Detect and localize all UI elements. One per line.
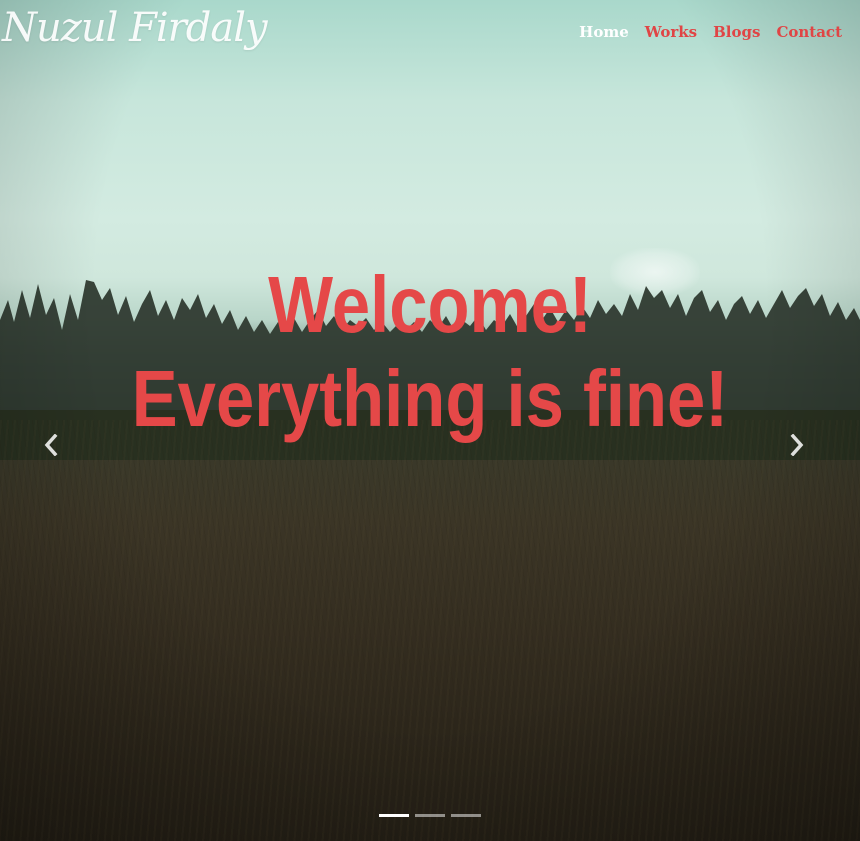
carousel-prev-button[interactable]	[36, 430, 66, 460]
caption-title: Welcome!	[268, 260, 592, 349]
caption-subtitle: Everything is fine!	[131, 354, 729, 443]
nav-item-home[interactable]: Home	[579, 20, 629, 44]
hero-carousel: Nuzul Firdaly Home Works Blogs Contact W…	[0, 0, 860, 841]
grass-field	[0, 420, 860, 841]
nav-item-works[interactable]: Works	[645, 20, 697, 44]
navbar: Nuzul Firdaly Home Works Blogs Contact	[0, 0, 860, 64]
nav-item-blogs[interactable]: Blogs	[713, 20, 760, 44]
brand-logo[interactable]: Nuzul Firdaly	[2, 4, 268, 52]
nav-item-contact[interactable]: Contact	[776, 20, 842, 44]
carousel-next-button[interactable]	[782, 430, 812, 460]
chevron-left-icon	[44, 434, 58, 456]
carousel-indicator-2[interactable]	[415, 814, 445, 817]
nav-menu: Home Works Blogs Contact	[579, 20, 842, 44]
chevron-right-icon	[790, 434, 804, 456]
carousel-indicator-1[interactable]	[379, 814, 409, 817]
carousel-indicator-3[interactable]	[451, 814, 481, 817]
carousel-indicators	[0, 814, 860, 817]
carousel-caption: Welcome! Everything is fine!	[0, 258, 860, 446]
